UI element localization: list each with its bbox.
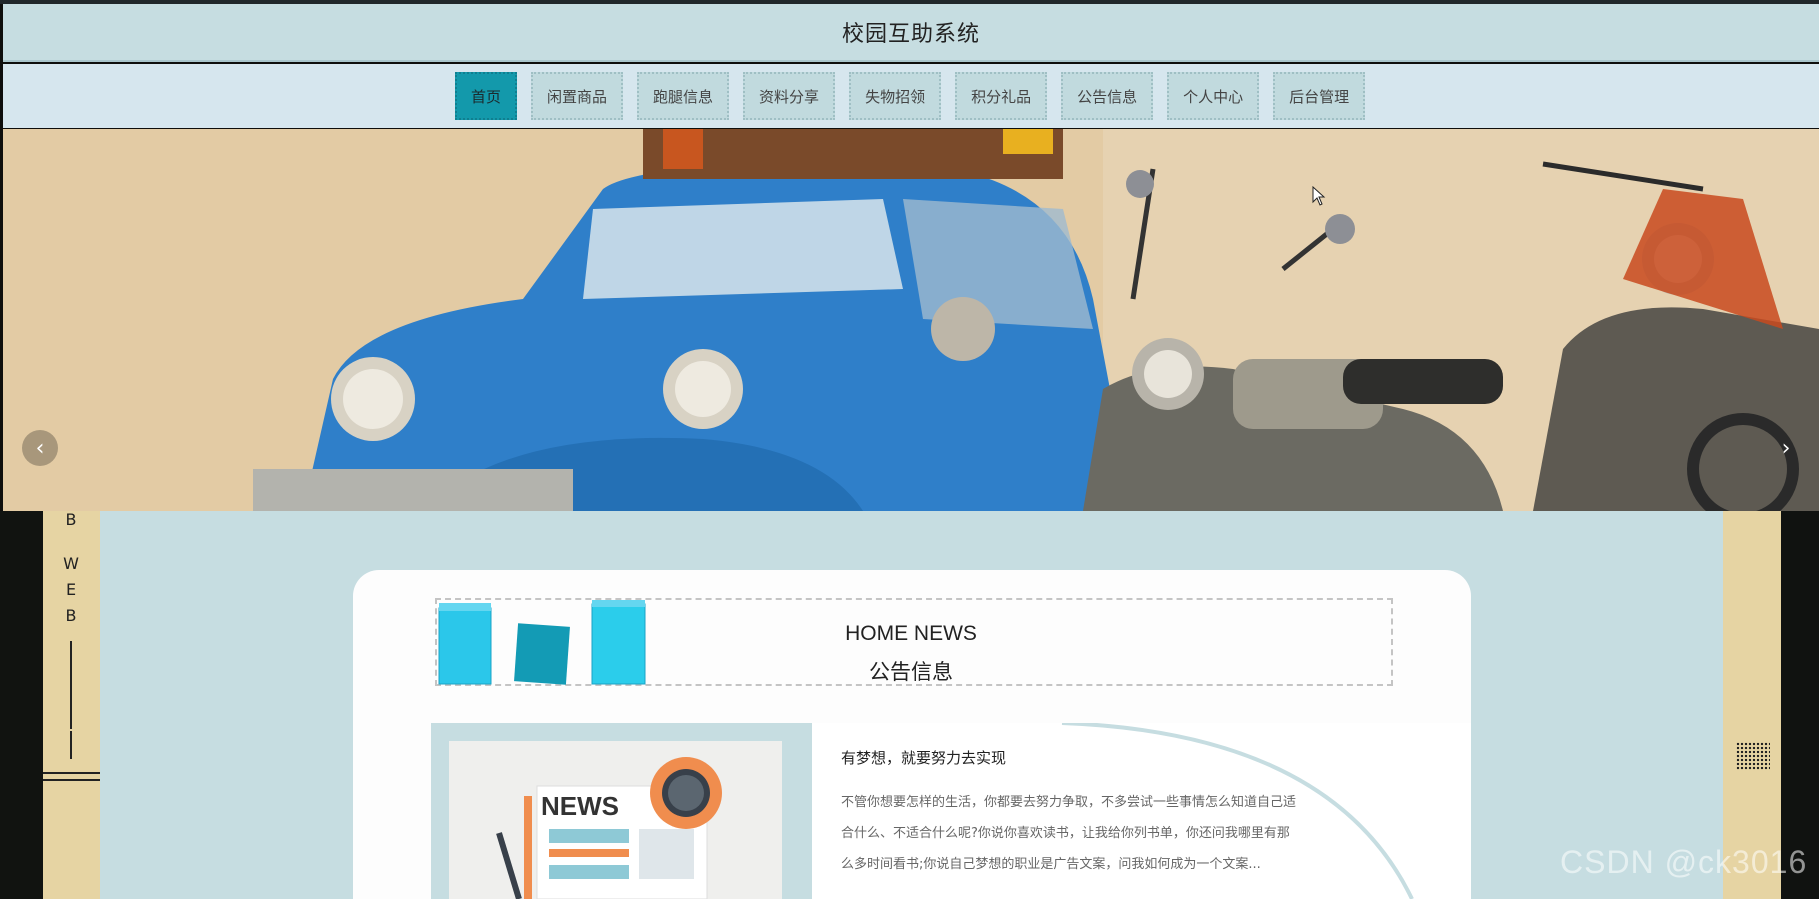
mouse-cursor-icon — [1312, 186, 1326, 206]
nav-item-3[interactable]: 资料分享 — [743, 72, 836, 120]
side-letter: B — [65, 510, 77, 529]
news-item-excerpt: 不管你想要怎样的生活，你都要去努力争取，不多尝试一些事情怎么知道自己适合什么、不… — [841, 795, 1297, 872]
side-letter: B — [65, 606, 77, 625]
side-letter: E — [65, 580, 77, 599]
carousel-image — [3, 129, 1819, 511]
side-divider — [70, 731, 72, 759]
left-edge — [0, 511, 43, 899]
chevron-right-icon: › — [1781, 435, 1791, 461]
grid-icon — [1736, 742, 1770, 770]
right-edge — [1781, 511, 1819, 899]
nav-item-7[interactable]: 个人中心 — [1167, 72, 1260, 120]
news-section-title-en: HOME NEWS — [845, 622, 977, 645]
hero-carousel: ‹ › — [3, 129, 1819, 511]
news-section-title-cn: 公告信息 — [869, 660, 953, 684]
content-area: B W E B HOME NEWS 公告信息 NEWS 有梦想，就要努力去实现 … — [0, 510, 1819, 899]
side-rule — [43, 779, 100, 781]
nav-item-4[interactable]: 失物招领 — [849, 72, 942, 120]
watermark: CSDN @ck3016 — [1560, 844, 1808, 880]
main-nav: 首页 闲置商品 跑腿信息 资料分享 失物招领 积分礼品 公告信息 个人中心 后台管理 — [3, 64, 1819, 128]
chevron-left-icon: ‹ — [35, 435, 45, 461]
site-header: 校园互助系统 — [3, 4, 1819, 62]
books-icon — [438, 600, 646, 685]
nav-item-6[interactable]: 公告信息 — [1061, 72, 1154, 120]
side-rule — [43, 772, 100, 774]
nav-item-1[interactable]: 闲置商品 — [531, 72, 624, 120]
nav-item-8[interactable]: 后台管理 — [1273, 72, 1366, 120]
news-item-title[interactable]: 有梦想，就要努力去实现 — [841, 747, 1006, 768]
carousel-next-button[interactable]: › — [1768, 430, 1804, 466]
svg-text:NEWS: NEWS — [541, 791, 619, 821]
nav-item-5[interactable]: 积分礼品 — [955, 72, 1048, 120]
side-divider — [70, 641, 72, 729]
right-decoration-strip — [1723, 511, 1781, 899]
news-thumbnail[interactable]: NEWS — [449, 741, 782, 899]
site-title: 校园互助系统 — [841, 22, 980, 47]
nav-item-0[interactable]: 首页 — [455, 72, 518, 120]
nav-item-2[interactable]: 跑腿信息 — [637, 72, 730, 120]
side-letter: W — [63, 554, 79, 573]
carousel-prev-button[interactable]: ‹ — [22, 430, 58, 466]
